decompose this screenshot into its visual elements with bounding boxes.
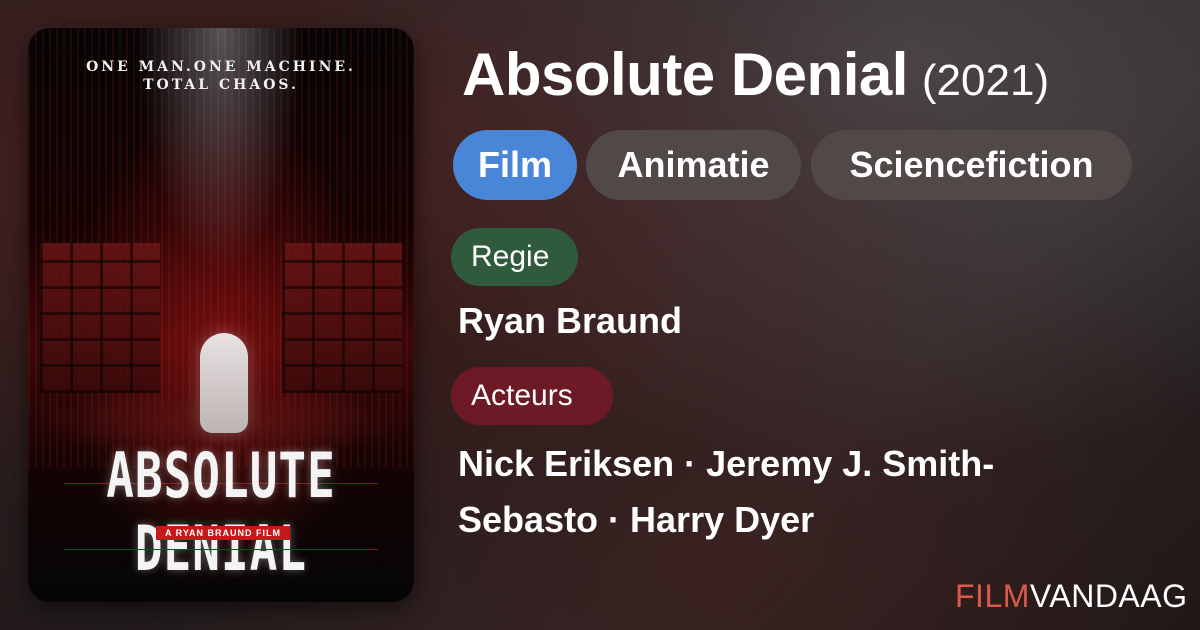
movie-title-row: Absolute Denial (2021) (462, 40, 1049, 109)
poster-credit: A RYAN BRAUND FILM (156, 526, 290, 540)
movie-poster[interactable]: ONE MAN.ONE MACHINE. TOTAL CHAOS. ABSOLU… (28, 28, 414, 602)
poster-tagline: ONE MAN.ONE MACHINE. TOTAL CHAOS. (28, 58, 414, 94)
cast-label-tag: Acteurs (451, 367, 613, 425)
movie-year: (2021) (921, 56, 1050, 105)
brand-vandaag: VANDAAG (1029, 578, 1188, 614)
director-name[interactable]: Ryan Braund (458, 300, 682, 342)
movie-title: Absolute Denial (462, 41, 908, 108)
brand-film: FILM (955, 578, 1030, 614)
poster-tagline-line2: TOTAL CHAOS. (143, 77, 299, 93)
filmvandaag-logo[interactable]: FILMVANDAAG (955, 578, 1188, 615)
poster-tagline-line1: ONE MAN.ONE MACHINE. (86, 59, 356, 75)
cast-names[interactable]: Nick Eriksen · Jeremy J. Smith-Sebasto ·… (458, 436, 1108, 548)
genre-pill-film[interactable]: Film (453, 130, 577, 200)
poster-divider-bottom (64, 549, 378, 550)
poster-machine-right (282, 243, 402, 393)
genre-pill-animatie[interactable]: Animatie (586, 130, 801, 200)
poster-figure (200, 333, 248, 433)
poster-machine-left (40, 243, 160, 393)
director-label-tag: Regie (451, 228, 578, 286)
genre-pill-sciencefiction[interactable]: Sciencefiction (811, 130, 1132, 200)
poster-title: ABSOLUTE DENIAL (106, 439, 336, 585)
